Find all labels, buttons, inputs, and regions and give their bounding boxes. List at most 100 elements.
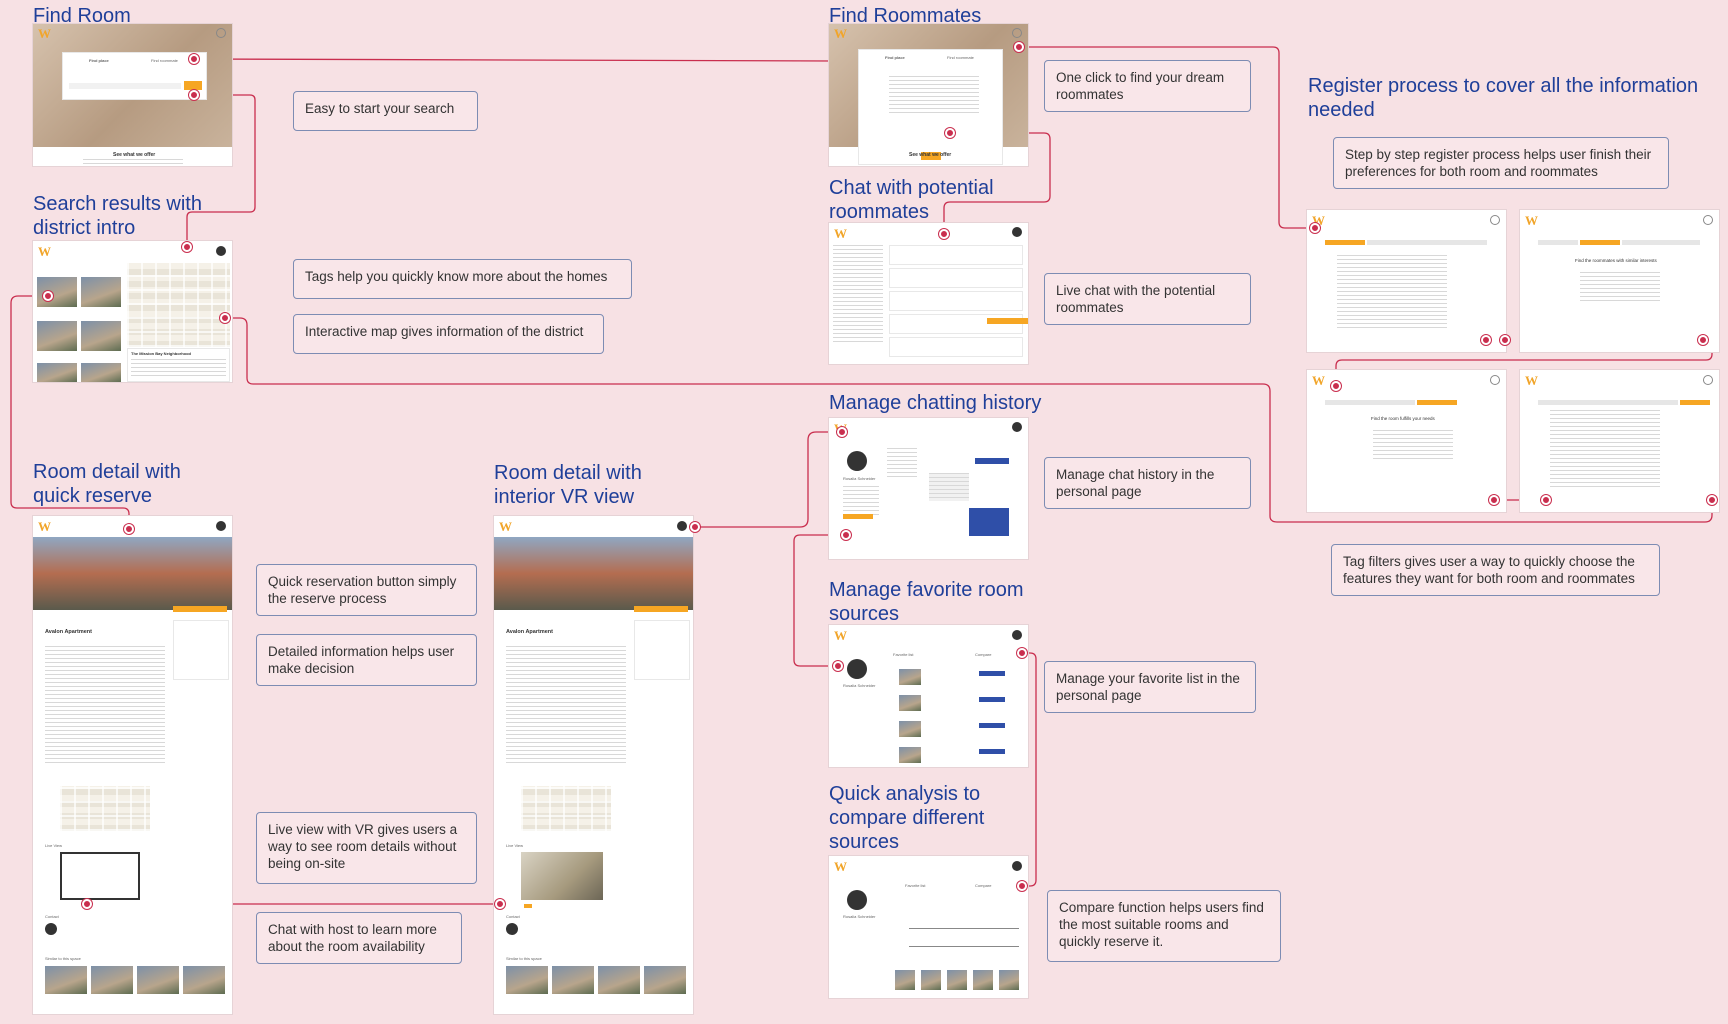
vr-toggle[interactable]: [524, 904, 532, 908]
host-avatar: [506, 923, 518, 935]
similar-photo[interactable]: [91, 966, 133, 994]
reserve-now-button[interactable]: [979, 671, 1005, 676]
tab-favorite[interactable]: Favorite list: [893, 652, 913, 657]
similar-photo[interactable]: [45, 966, 87, 994]
tag-options[interactable]: [1373, 430, 1453, 460]
register-form[interactable]: [1337, 255, 1447, 330]
tab-compare[interactable]: Compare: [975, 883, 991, 888]
favorite-photo[interactable]: [899, 669, 921, 685]
similar-photo[interactable]: [552, 966, 594, 994]
user-icon[interactable]: [1703, 375, 1713, 385]
similar-photo[interactable]: [598, 966, 640, 994]
favorite-photo[interactable]: [899, 721, 921, 737]
listing-photo[interactable]: [81, 321, 121, 351]
avatar[interactable]: [1012, 861, 1022, 871]
district-map[interactable]: [127, 263, 230, 347]
compare-slider[interactable]: [909, 928, 1019, 929]
user-icon[interactable]: [1490, 215, 1500, 225]
profile-name: Rosalia Schneider: [843, 914, 876, 919]
register-form[interactable]: [1550, 410, 1660, 490]
roommate-card[interactable]: [889, 337, 1023, 357]
room-map[interactable]: [60, 786, 150, 831]
calendar-panel[interactable]: [634, 620, 690, 680]
avatar[interactable]: [216, 246, 226, 256]
chat-history-screen: W Rosalia Schneider: [829, 418, 1028, 559]
avatar[interactable]: [1012, 227, 1022, 237]
profile-avatar: [847, 890, 867, 910]
booking-panel[interactable]: [173, 620, 229, 680]
reserve-button[interactable]: [634, 606, 688, 612]
step-indicator: [1325, 400, 1415, 405]
callout-compare-fn: Compare function helps users find the mo…: [1047, 890, 1281, 962]
avatar[interactable]: [216, 521, 226, 531]
compare-photo[interactable]: [947, 970, 967, 990]
profile-menu-active[interactable]: [843, 514, 873, 519]
tab-find-roommate[interactable]: Find roommate: [947, 55, 974, 60]
compare-photo[interactable]: [895, 970, 915, 990]
similar-photo[interactable]: [137, 966, 179, 994]
compare-photo[interactable]: [921, 970, 941, 990]
find-room-screen: W Find place Find roommate See what we o…: [33, 24, 232, 166]
avatar[interactable]: [1012, 422, 1022, 432]
reserve-now-button[interactable]: [979, 697, 1005, 702]
offer-text: [83, 159, 183, 165]
reserve-button[interactable]: [173, 606, 227, 612]
find-roommates-screen: W Find place Find roommate See what we o…: [829, 24, 1028, 166]
user-icon[interactable]: [1012, 28, 1022, 38]
tab-compare[interactable]: Compare: [975, 652, 991, 657]
reserve-now-button[interactable]: [979, 749, 1005, 754]
roommate-card[interactable]: [889, 268, 1023, 288]
floor-plan[interactable]: [60, 852, 140, 900]
filter-panel[interactable]: [833, 245, 883, 345]
contact-list[interactable]: [887, 448, 917, 478]
favorite-photo[interactable]: [899, 695, 921, 711]
similar-photo[interactable]: [644, 966, 686, 994]
logo: W: [38, 26, 51, 41]
form-fields[interactable]: [889, 76, 979, 116]
compare-photo[interactable]: [973, 970, 993, 990]
listing-photo[interactable]: [37, 363, 77, 382]
tab-find-place[interactable]: Find place: [89, 58, 109, 63]
title-register-process: Register process to cover all the inform…: [1308, 75, 1699, 121]
listing-photo[interactable]: [81, 277, 121, 307]
search-button[interactable]: [184, 81, 202, 90]
avatar[interactable]: [677, 521, 687, 531]
vr-interior-view[interactable]: [521, 852, 603, 900]
district-text: [131, 359, 226, 379]
roommate-card[interactable]: [889, 314, 1023, 334]
listing-photo[interactable]: [81, 363, 121, 382]
avatar[interactable]: [1012, 630, 1022, 640]
compare-photo[interactable]: [999, 970, 1019, 990]
callout-tags-homes: Tags help you quickly know more about th…: [293, 259, 632, 299]
reserve-now-button[interactable]: [979, 723, 1005, 728]
room-photo[interactable]: [33, 537, 232, 610]
callout-dream-roommates: One click to find your dream roommates: [1044, 60, 1251, 112]
chat-window-header[interactable]: [987, 318, 1028, 324]
search-input[interactable]: [69, 83, 181, 89]
listing-photo[interactable]: [37, 321, 77, 351]
logo: W: [1525, 213, 1538, 228]
marker-register-2-next: [1698, 335, 1708, 345]
favorite-screen: W Favorite list Compare Rosalia Schneide…: [829, 625, 1028, 767]
roommate-card[interactable]: [889, 245, 1023, 265]
step-heading: Find the roommates with similar interest…: [1575, 258, 1657, 263]
tab-favorite[interactable]: Favorite list: [905, 883, 925, 888]
favorite-photo[interactable]: [899, 747, 921, 763]
tab-find-place[interactable]: Find place: [885, 55, 905, 60]
user-icon[interactable]: [1703, 215, 1713, 225]
user-icon[interactable]: [1490, 375, 1500, 385]
user-icon[interactable]: [216, 28, 226, 38]
profile-menu[interactable]: [843, 486, 879, 516]
room-photo[interactable]: [494, 537, 693, 610]
similar-photo[interactable]: [183, 966, 225, 994]
callout-live-chat: Live chat with the potential roommates: [1044, 273, 1251, 325]
tag-options[interactable]: [1580, 272, 1660, 302]
similar-photo[interactable]: [506, 966, 548, 994]
room-map[interactable]: [521, 786, 611, 831]
tab-find-roommate[interactable]: Find roommate: [151, 58, 178, 63]
callout-favorite-list: Manage your favorite list in the persona…: [1044, 661, 1256, 713]
roommate-card[interactable]: [889, 291, 1023, 311]
compare-slider[interactable]: [909, 946, 1019, 947]
similar-label: Similar to this space: [45, 956, 81, 961]
callout-interactive-map: Interactive map gives information of the…: [293, 314, 604, 354]
